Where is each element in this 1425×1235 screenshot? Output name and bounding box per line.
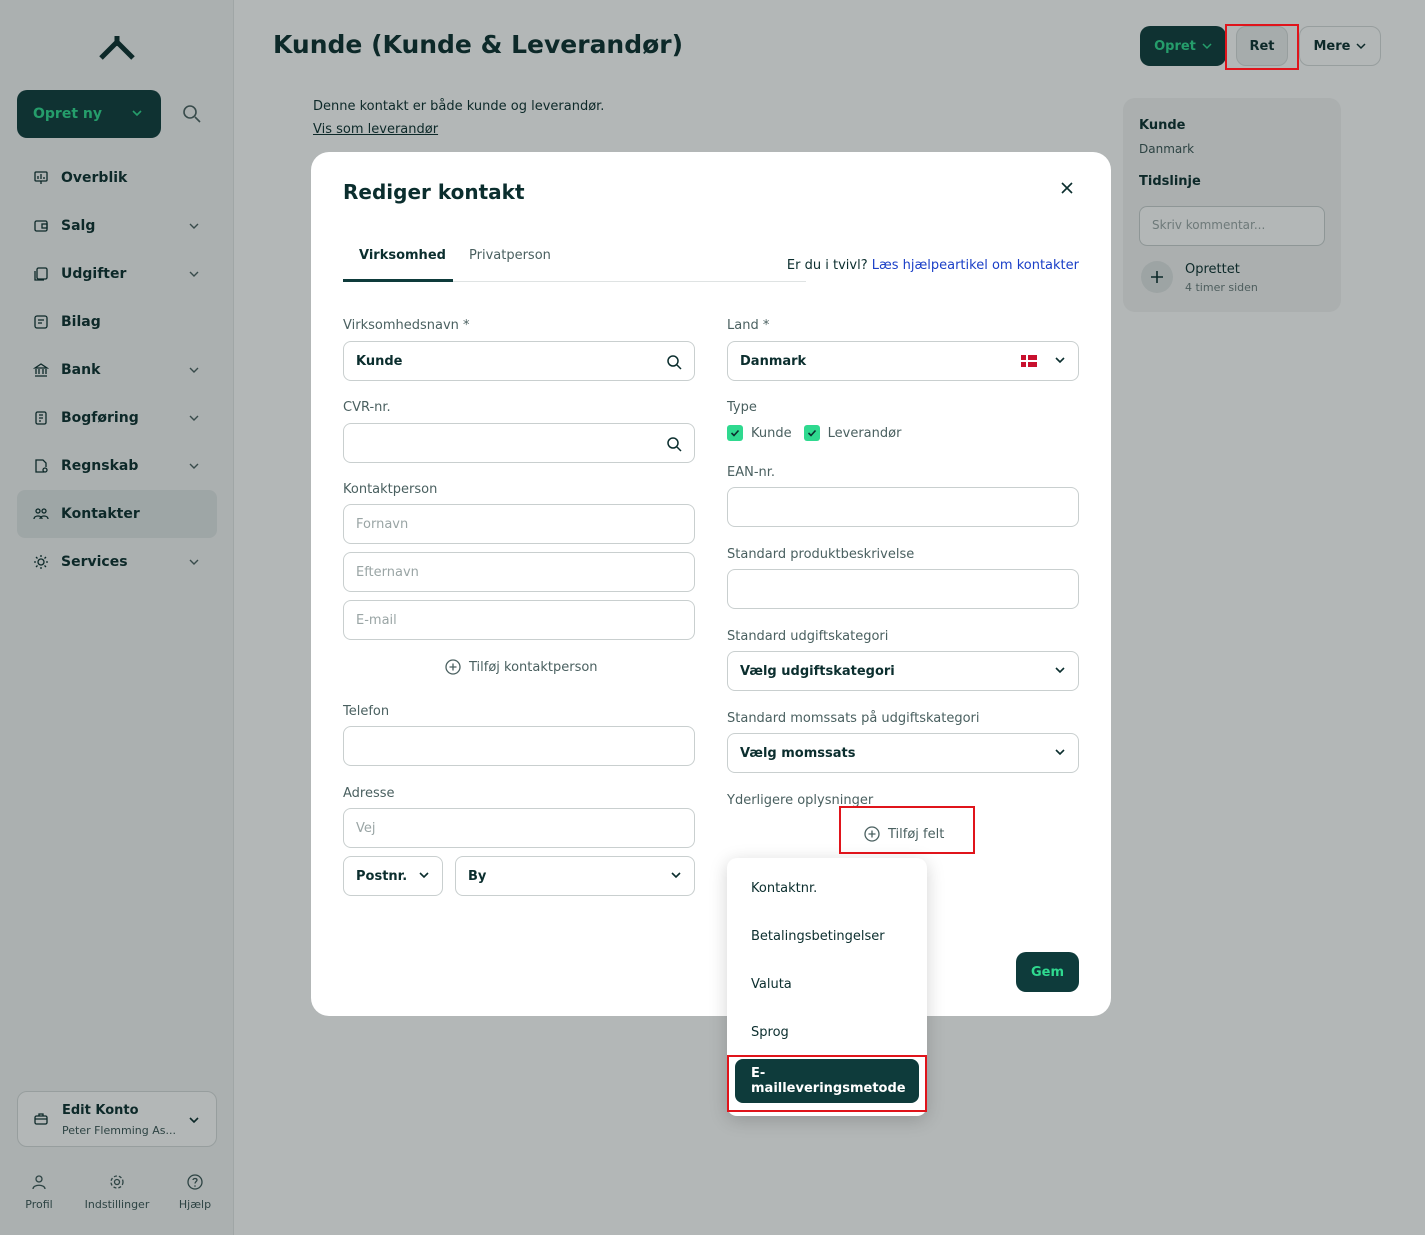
menu-item-label: Betalingsbetingelser	[751, 928, 885, 944]
firstname-placeholder: Fornavn	[356, 516, 409, 532]
highlight-edit-button	[1225, 24, 1299, 70]
city-value: By	[468, 868, 487, 884]
email-placeholder: E-mail	[356, 612, 397, 628]
help-prefix: Er du i tvivl?	[786, 258, 868, 273]
customer-checkbox-label: Kunde	[751, 425, 792, 441]
plus-circle-icon	[445, 659, 461, 675]
country-label: Land *	[727, 318, 770, 333]
supplier-checkbox-label: Leverandør	[827, 425, 902, 441]
search-icon	[667, 437, 682, 452]
search-icon	[667, 355, 682, 370]
company-name-value: Kunde	[356, 353, 403, 369]
product-description-input[interactable]	[727, 569, 1079, 609]
zip-select[interactable]: Postnr.	[343, 856, 443, 896]
tab-virksomhed[interactable]: Virksomhed	[359, 248, 446, 263]
contact-type-tabs: Virksomhed Privatperson	[343, 240, 806, 282]
help-article-link[interactable]: Læs hjælpeartikel om kontakter	[872, 258, 1079, 273]
phone-input[interactable]	[343, 726, 695, 766]
menu-item-label: Valuta	[751, 976, 792, 992]
vat-rate-value: Vælg momssats	[740, 745, 856, 761]
type-label: Type	[727, 400, 757, 415]
country-select[interactable]: Danmark	[727, 341, 1079, 381]
edit-contact-modal: Rediger kontakt Virksomhed Privatperson …	[311, 152, 1111, 1016]
expense-category-value: Vælg udgiftskategori	[740, 663, 895, 679]
street-placeholder: Vej	[356, 820, 376, 836]
active-tab-indicator	[343, 279, 453, 282]
zip-value: Postnr.	[356, 868, 408, 884]
company-name-input[interactable]: Kunde	[343, 341, 695, 381]
modal-title: Rediger kontakt	[343, 180, 525, 204]
save-label: Gem	[1030, 964, 1065, 980]
product-description-label: Standard produktbeskrivelse	[727, 547, 915, 562]
close-icon[interactable]	[1059, 180, 1075, 196]
add-contact-person-label: Tilføj kontaktperson	[469, 659, 598, 675]
email-input[interactable]: E-mail	[343, 600, 695, 640]
type-checkboxes: Kunde Leverandør	[727, 425, 901, 441]
ean-input[interactable]	[727, 487, 1079, 527]
check-icon	[730, 429, 740, 437]
cvr-input[interactable]	[343, 423, 695, 463]
menu-item-label: Sprog	[751, 1024, 789, 1040]
denmark-flag-icon	[1021, 355, 1037, 367]
city-select[interactable]: By	[455, 856, 695, 896]
contact-person-label: Kontaktperson	[343, 482, 438, 497]
chevron-down-icon	[1055, 357, 1065, 364]
firstname-input[interactable]: Fornavn	[343, 504, 695, 544]
street-input[interactable]: Vej	[343, 808, 695, 848]
address-label: Adresse	[343, 786, 395, 801]
lastname-placeholder: Efternavn	[356, 564, 419, 580]
customer-checkbox[interactable]	[727, 425, 743, 441]
add-contact-person-button[interactable]: Tilføj kontaktperson	[445, 659, 598, 675]
expense-category-label: Standard udgiftskategori	[727, 629, 889, 644]
menu-item-currency[interactable]: Valuta	[735, 962, 919, 1006]
menu-item-payment-terms[interactable]: Betalingsbetingelser	[735, 914, 919, 958]
chevron-down-icon	[671, 872, 681, 879]
country-value: Danmark	[740, 353, 807, 369]
supplier-checkbox[interactable]	[803, 425, 820, 441]
help-text: Er du i tvivl? Læs hjælpeartikel om kont…	[787, 258, 1079, 273]
chevron-down-icon	[419, 872, 429, 879]
highlight-add-field-button	[839, 806, 975, 854]
company-name-label: Virksomhedsnavn *	[343, 318, 470, 333]
lastname-input[interactable]: Efternavn	[343, 552, 695, 592]
chevron-down-icon	[1055, 667, 1065, 674]
check-icon	[807, 429, 816, 437]
menu-item-contact-number[interactable]: Kontaktnr.	[735, 866, 919, 910]
save-button[interactable]: Gem	[1016, 952, 1079, 992]
highlight-email-delivery-method	[727, 1055, 927, 1112]
menu-item-language[interactable]: Sprog	[735, 1010, 919, 1054]
vat-rate-label: Standard momssats på udgiftskategori	[727, 711, 980, 726]
menu-item-label: Kontaktnr.	[751, 880, 818, 896]
chevron-down-icon	[1055, 749, 1065, 756]
cvr-label: CVR-nr.	[343, 400, 391, 415]
phone-label: Telefon	[343, 704, 390, 719]
expense-category-select[interactable]: Vælg udgiftskategori	[727, 651, 1079, 691]
vat-rate-select[interactable]: Vælg momssats	[727, 733, 1079, 773]
ean-label: EAN-nr.	[727, 465, 776, 480]
tab-privatperson[interactable]: Privatperson	[469, 248, 551, 263]
